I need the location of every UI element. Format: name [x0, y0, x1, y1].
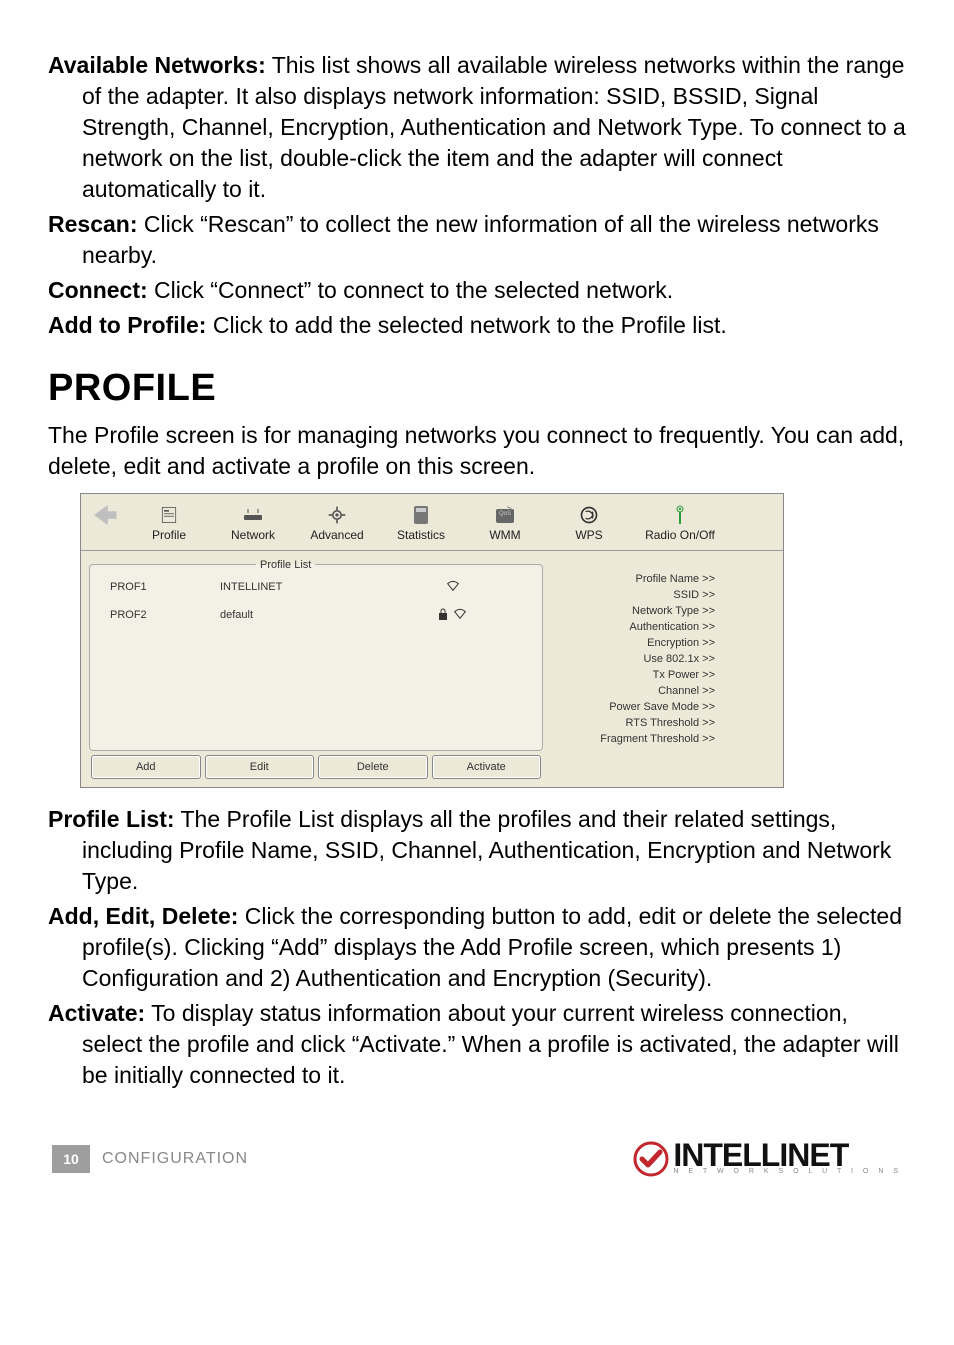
signal-icon: [452, 605, 468, 621]
toolbar: Profile Network Advanced Statistics: [81, 494, 783, 551]
definition-add-to-profile: Add to Profile: Click to add the selecte…: [48, 310, 906, 341]
definition-connect: Connect: Click “Connect” to connect to t…: [48, 275, 906, 306]
profile-row[interactable]: PROF2 default: [96, 599, 536, 627]
nav-radio[interactable]: Radio On/Off: [631, 502, 729, 546]
info-use-8021x: Use 802.1x >>: [549, 651, 775, 667]
signal-icon: [370, 577, 536, 596]
brand-check-icon: [633, 1141, 669, 1177]
wmm-icon: QoS: [463, 504, 547, 526]
profile-list-panel: Profile List PROF1 INTELLINET PROF2 defa…: [89, 559, 543, 751]
profile-buttons: Add Edit Delete Activate: [89, 755, 543, 779]
brand-logo: INTELLINET N E T W O R K S O L U T I O N…: [633, 1141, 902, 1177]
nav-profile[interactable]: Profile: [127, 502, 211, 546]
info-rts-threshold: RTS Threshold >>: [549, 715, 775, 731]
info-ssid: SSID >>: [549, 587, 775, 603]
page-number: 10: [52, 1145, 90, 1173]
statistics-icon: [379, 504, 463, 526]
profile-list-legend: Profile List: [256, 559, 315, 571]
delete-button[interactable]: Delete: [318, 755, 428, 779]
nav-wmm[interactable]: QoS WMM: [463, 502, 547, 546]
profile-app-window: Profile Network Advanced Statistics: [80, 493, 784, 788]
definition-available-networks: Available Networks: This list shows all …: [48, 50, 906, 205]
brand-name: INTELLINET: [673, 1143, 902, 1169]
section-intro: The Profile screen is for managing netwo…: [48, 420, 906, 482]
nav-statistics[interactable]: Statistics: [379, 502, 463, 546]
info-encryption: Encryption >>: [549, 635, 775, 651]
info-power-save: Power Save Mode >>: [549, 699, 775, 715]
svg-text:QoS: QoS: [499, 511, 511, 517]
nav-network[interactable]: Network: [211, 502, 295, 546]
antenna-icon: [631, 504, 729, 526]
info-channel: Channel >>: [549, 683, 775, 699]
info-fragment-threshold: Fragment Threshold >>: [549, 731, 775, 747]
profile-row[interactable]: PROF1 INTELLINET: [96, 571, 536, 599]
info-tx-power: Tx Power >>: [549, 667, 775, 683]
definition-profile-list: Profile List: The Profile List displays …: [48, 804, 906, 897]
nav-wps[interactable]: WPS: [547, 502, 631, 546]
add-button[interactable]: Add: [91, 755, 201, 779]
definition-rescan: Rescan: Click “Rescan” to collect the ne…: [48, 209, 906, 271]
info-profile-name: Profile Name >>: [549, 571, 775, 587]
profile-details: Profile Name >> SSID >> Network Type >> …: [549, 559, 775, 779]
gear-icon: [295, 504, 379, 526]
info-authentication: Authentication >>: [549, 619, 775, 635]
definition-add-edit-delete: Add, Edit, Delete: Click the correspondi…: [48, 901, 906, 994]
info-network-type: Network Type >>: [549, 603, 775, 619]
definition-activate: Activate: To display status information …: [48, 998, 906, 1091]
footer-section-label: CONFIGURATION: [102, 1150, 248, 1168]
section-heading: PROFILE: [48, 367, 906, 410]
lock-icon: [438, 607, 448, 621]
wps-icon: [547, 504, 631, 526]
edit-button[interactable]: Edit: [205, 755, 315, 779]
activate-button[interactable]: Activate: [432, 755, 542, 779]
back-arrow-icon[interactable]: [89, 500, 119, 530]
network-icon: [211, 504, 295, 526]
nav-advanced[interactable]: Advanced: [295, 502, 379, 546]
profile-icon: [127, 504, 211, 526]
page-footer: 10 CONFIGURATION INTELLINET N E T W O R …: [48, 1141, 906, 1177]
brand-tagline: N E T W O R K S O L U T I O N S: [673, 1168, 902, 1175]
